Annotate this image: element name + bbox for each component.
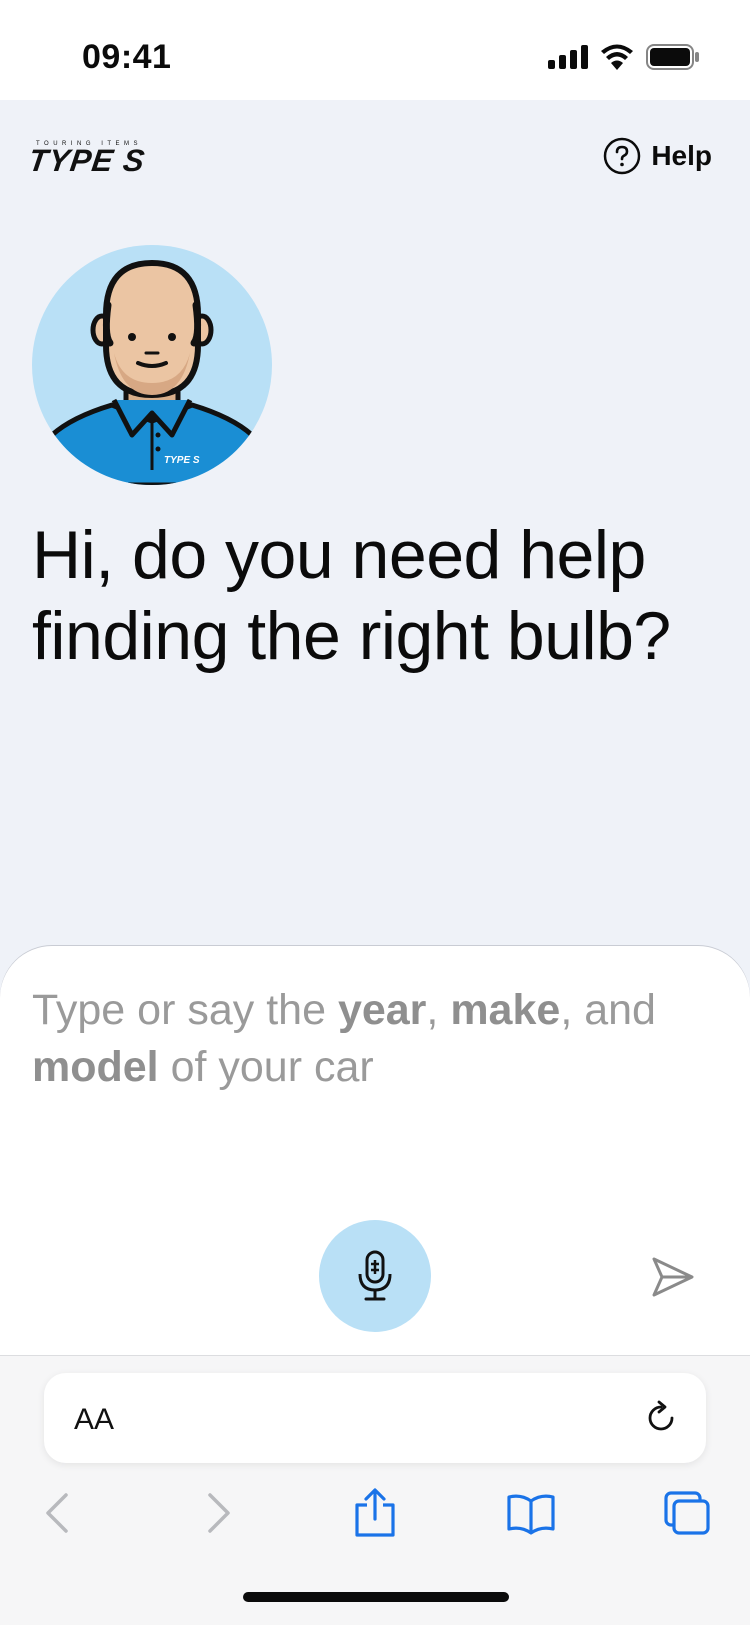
text-size-button[interactable]: AA bbox=[74, 1403, 114, 1437]
bookmarks-icon bbox=[507, 1494, 555, 1535]
page-content: TOURING ITEMS TYPE S Help TYPE S Hi, do … bbox=[0, 100, 750, 1355]
help-circle-icon bbox=[604, 137, 641, 175]
help-label: Help bbox=[651, 140, 712, 171]
assistant-avatar: TYPE S bbox=[32, 245, 272, 485]
prompt-text: of your car bbox=[158, 1043, 374, 1091]
prompt-keyword: year bbox=[337, 986, 427, 1034]
status-time: 09:41 bbox=[82, 38, 172, 76]
reload-icon[interactable] bbox=[642, 1399, 680, 1437]
battery-icon bbox=[646, 44, 699, 70]
bookmarks-button[interactable] bbox=[504, 1486, 558, 1540]
address-bar[interactable]: AA bbox=[44, 1373, 706, 1463]
prompt-keyword: model bbox=[32, 1043, 159, 1091]
microphone-icon bbox=[358, 1250, 392, 1301]
shirt-logo: TYPE S bbox=[164, 455, 200, 466]
help-button[interactable]: Help bbox=[603, 136, 712, 176]
forward-button[interactable] bbox=[192, 1486, 246, 1540]
prompt-text: Type or say the bbox=[32, 986, 338, 1034]
chat-composer: Type or say the year, make, and model of… bbox=[0, 946, 750, 1355]
wifi-icon bbox=[601, 44, 633, 70]
brand-name: TYPE S bbox=[32, 143, 148, 174]
status-icons bbox=[548, 44, 700, 70]
brand-logo[interactable]: TOURING ITEMS TYPE S bbox=[26, 138, 192, 179]
send-icon[interactable] bbox=[650, 1254, 696, 1300]
page-title: Hi, do you need help finding the right b… bbox=[32, 517, 671, 674]
tabs-icon bbox=[664, 1491, 710, 1535]
prompt-keyword: make bbox=[450, 986, 561, 1034]
prompt-text: , bbox=[426, 986, 451, 1034]
status-bar: 09:41 bbox=[0, 0, 750, 100]
message-input[interactable]: Type or say the year, make, and model of… bbox=[32, 982, 722, 1096]
tabs-button[interactable] bbox=[660, 1486, 714, 1540]
browser-toolbar: AA bbox=[0, 1355, 750, 1625]
page-header: TOURING ITEMS TYPE S Help bbox=[0, 100, 750, 220]
forward-icon bbox=[208, 1493, 230, 1533]
share-icon bbox=[355, 1488, 395, 1537]
share-button[interactable] bbox=[348, 1486, 402, 1540]
home-indicator bbox=[243, 1592, 509, 1602]
back-button[interactable] bbox=[30, 1486, 84, 1540]
microphone-button[interactable] bbox=[319, 1220, 431, 1332]
signal-icon bbox=[548, 45, 588, 69]
back-icon bbox=[46, 1493, 68, 1533]
prompt-text: , and bbox=[560, 986, 656, 1034]
